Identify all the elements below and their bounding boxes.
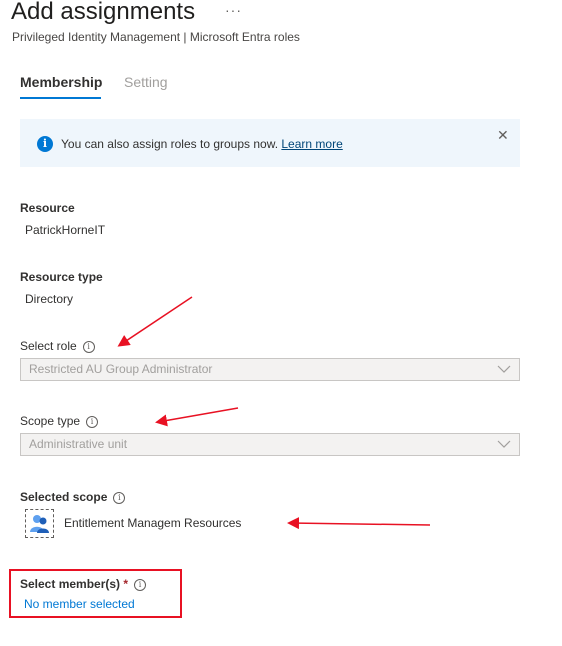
arrow-select-role xyxy=(117,296,193,347)
arrow-scope-type xyxy=(155,407,239,427)
arrow-selected-scope xyxy=(287,517,431,530)
annotation-arrows xyxy=(117,296,431,530)
